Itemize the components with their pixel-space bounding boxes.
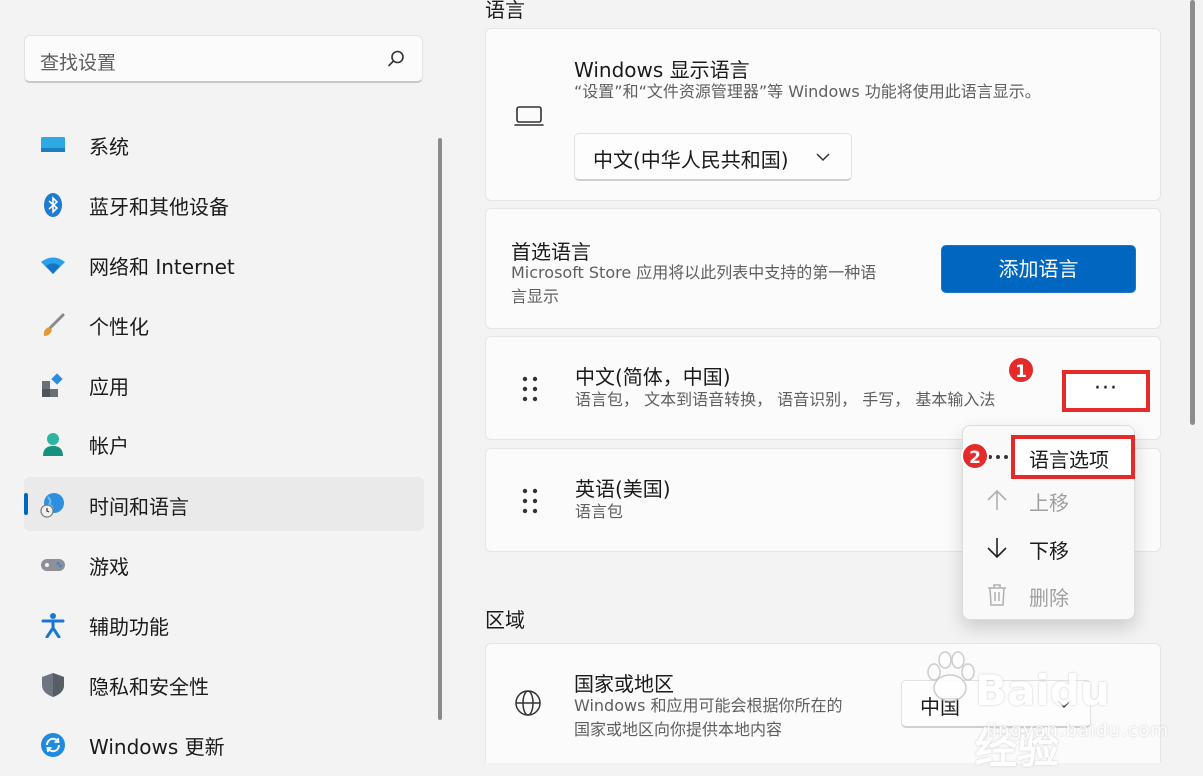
sidebar-item-label: Windows 更新 — [89, 735, 225, 759]
sidebar-item-label: 隐私和安全性 — [89, 675, 209, 699]
search-placeholder: 查找设置 — [40, 52, 117, 74]
sidebar-item-privacy[interactable]: 隐私和安全性 — [24, 657, 424, 711]
sidebar-item-accounts[interactable]: 帐户 — [24, 416, 424, 470]
annotation-badge-2: 2 — [961, 442, 989, 470]
country-region-description-2: 国家或地区向你提供本地内容 — [574, 720, 783, 739]
monitor-icon — [41, 137, 65, 152]
menu-item-label: 下移 — [1029, 539, 1069, 563]
shield-icon — [42, 673, 64, 697]
section-title-language: 语言 — [485, 0, 525, 22]
display-language-description: “设置”和“文件资源管理器”等 Windows 功能将使用此语言显示。 — [574, 82, 1041, 101]
country-region-value: 中国 — [920, 695, 960, 719]
sidebar-item-label: 时间和语言 — [89, 495, 189, 519]
annotation-badge-1: 1 — [1007, 356, 1035, 384]
language-features: 语言包 — [575, 502, 624, 521]
display-language-title: Windows 显示语言 — [574, 58, 750, 82]
preferred-language-description-1: Microsoft Store 应用将以此列表中支持的第一种语 — [511, 263, 877, 282]
accessibility-icon — [41, 613, 65, 638]
gamepad-icon — [41, 559, 65, 571]
display-language-value: 中文(中华人民共和国) — [593, 148, 789, 172]
sidebar-scrollbar[interactable] — [438, 138, 442, 720]
active-indicator — [24, 493, 28, 515]
more-icon — [988, 455, 1008, 459]
add-language-button[interactable]: 添加语言 — [941, 245, 1136, 293]
language-options-highlight[interactable]: 语言选项 — [1011, 435, 1135, 479]
sidebar-item-label: 个性化 — [89, 315, 149, 339]
person-icon — [43, 433, 63, 456]
section-title-region: 区域 — [485, 608, 525, 632]
language-name: 英语(美国) — [575, 477, 671, 501]
sidebar-item-system[interactable]: 系统 — [24, 117, 424, 171]
menu-item-label: 语言选项 — [1029, 448, 1109, 472]
globe-icon — [515, 690, 541, 716]
language-name: 中文(简体，中国) — [575, 365, 731, 389]
brush-icon — [43, 313, 65, 336]
sidebar-item-label: 系统 — [89, 135, 129, 159]
globe-clock-icon — [40, 493, 64, 518]
update-icon — [41, 733, 65, 757]
display-language-card: Windows 显示语言 “设置”和“文件资源管理器”等 Windows 功能将… — [485, 28, 1161, 201]
sidebar-item-time-language[interactable]: 时间和语言 — [24, 477, 424, 531]
wifi-icon — [41, 257, 65, 274]
bluetooth-icon — [44, 193, 62, 217]
country-region-select[interactable]: 中国 — [901, 680, 1091, 728]
more-icon: ··· — [1094, 376, 1118, 401]
sidebar-item-label: 游戏 — [89, 555, 129, 579]
trash-icon — [988, 584, 1006, 606]
sidebar-item-label: 辅助功能 — [89, 615, 169, 639]
sidebar-item-label: 帐户 — [89, 434, 129, 458]
sidebar-item-label: 应用 — [89, 375, 129, 399]
menu-item-label: 上移 — [1029, 491, 1069, 515]
preferred-language-description-2: 言显示 — [511, 287, 560, 306]
sidebar-item-gaming[interactable]: 游戏 — [24, 537, 424, 591]
arrow-down-icon — [987, 538, 1007, 559]
chevron-down-icon — [816, 153, 830, 162]
display-language-select[interactable]: 中文(中华人民共和国) — [574, 133, 852, 181]
menu-item-remove[interactable]: 删除 — [963, 572, 1134, 618]
main-scrollbar[interactable] — [1190, 0, 1195, 425]
chevron-down-icon — [1057, 700, 1071, 709]
sidebar-item-label: 网络和 Internet — [89, 255, 235, 279]
laptop-icon — [514, 106, 544, 126]
sidebar-item-network[interactable]: 网络和 Internet — [24, 237, 424, 291]
sidebar-item-bluetooth[interactable]: 蓝牙和其他设备 — [24, 177, 424, 231]
arrow-up-icon — [987, 489, 1007, 510]
search-icon[interactable] — [386, 49, 406, 69]
drag-handle-icon[interactable] — [520, 487, 540, 515]
sidebar-item-apps[interactable]: 应用 — [24, 357, 424, 411]
language-features: 语言包， 文本到语音转换， 语音识别， 手写， 基本输入法 — [575, 390, 996, 409]
sidebar-item-personalization[interactable]: 个性化 — [24, 297, 424, 351]
sidebar-item-accessibility[interactable]: 辅助功能 — [24, 597, 424, 651]
drag-handle-icon[interactable] — [520, 375, 540, 403]
menu-item-move-down[interactable]: 下移 — [963, 525, 1134, 571]
menu-item-move-up[interactable]: 上移 — [963, 477, 1134, 523]
menu-item-label: 删除 — [1029, 586, 1069, 610]
country-region-card: 国家或地区 Windows 和应用可能会根据你所在的 国家或地区向你提供本地内容… — [485, 643, 1161, 763]
more-options-button[interactable]: ··· — [1062, 370, 1150, 412]
country-region-description-1: Windows 和应用可能会根据你所在的 — [574, 696, 843, 715]
search-input[interactable]: 查找设置 — [24, 35, 423, 83]
sidebar-item-label: 蓝牙和其他设备 — [89, 195, 229, 219]
country-region-title: 国家或地区 — [574, 672, 674, 696]
apps-icon — [42, 373, 63, 397]
